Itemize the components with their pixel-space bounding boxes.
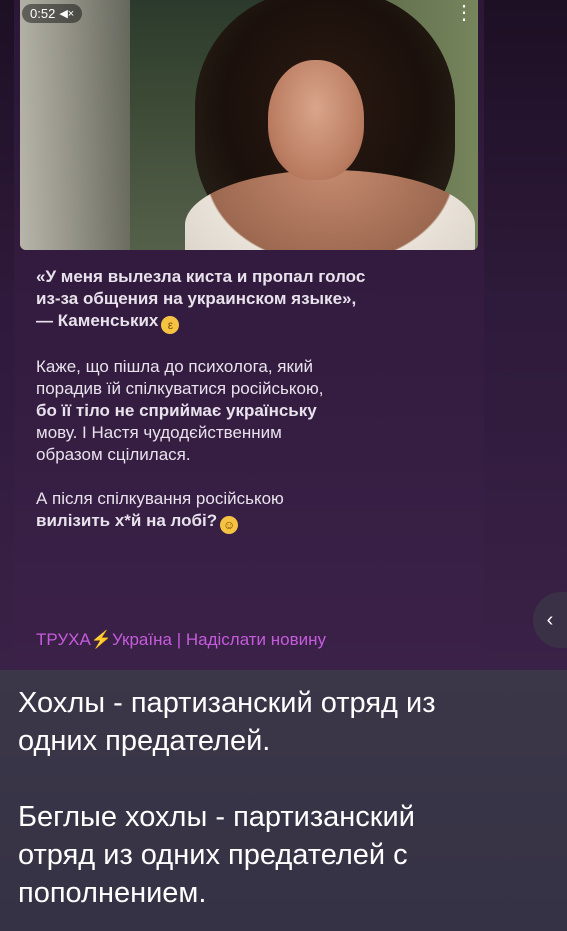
- post-footer-links: ТРУХА⚡Україна | Надіслати новину: [36, 630, 326, 650]
- channel-link-label: ТРУХА: [36, 630, 91, 649]
- video-duration: 0:52: [30, 6, 56, 21]
- post-text-line: мову. І Настя чудодєйственним: [36, 423, 282, 442]
- post-text-line: образом сцілилася.: [36, 445, 191, 464]
- dizzy-face-emoji-icon: ε: [161, 316, 180, 334]
- post-quote-line: — Каменських: [36, 311, 159, 330]
- post-text-line: А після спілкування російською: [36, 489, 284, 508]
- comment-text: Хохлы - партизанский отряд из одних пред…: [18, 684, 548, 912]
- speaker-muted-icon[interactable]: ◀×: [59, 7, 74, 20]
- grimacing-face-emoji-icon: ☺: [220, 516, 239, 534]
- comment-block: Хохлы - партизанский отряд из одних пред…: [0, 670, 567, 931]
- footer-separator: |: [176, 630, 182, 649]
- country-label: Україна: [112, 630, 172, 649]
- lightning-icon: ⚡: [90, 630, 112, 649]
- comment-line: одних предателей.: [18, 725, 271, 757]
- post-quote-line: из-за общения на украинском языке»,: [36, 289, 357, 308]
- video-duration-badge: 0:52 ◀×: [22, 4, 83, 23]
- comment-gap: [18, 760, 548, 798]
- channel-link[interactable]: ТРУХА⚡Україна: [36, 630, 172, 649]
- send-news-link[interactable]: Надіслати новину: [186, 630, 326, 649]
- post-body: «У меня вылезла киста и пропал голос из-…: [36, 266, 476, 556]
- comment-line: Хохлы - партизанский отряд из: [18, 687, 436, 719]
- post-text-line: бо її тіло не сприймає українську: [36, 401, 317, 420]
- comment-line: отряд из одних предателей с: [18, 839, 408, 871]
- post-text-line: Каже, що пішла до психолога, який: [36, 357, 313, 376]
- video-thumbnail[interactable]: [20, 0, 478, 250]
- comment-line: Беглые хохлы - партизанский: [18, 801, 415, 833]
- vertical-dots-icon[interactable]: ⋮: [454, 3, 474, 23]
- comment-line: пополнением.: [18, 877, 207, 909]
- person-face: [268, 60, 364, 180]
- post-text-line: вилізить х*й на лобі?: [36, 511, 218, 530]
- post-text-line: порадив їй спілкуватися російською,: [36, 379, 324, 398]
- background-curtain: [20, 0, 130, 250]
- post-quote-line: «У меня вылезла киста и пропал голос: [36, 267, 366, 286]
